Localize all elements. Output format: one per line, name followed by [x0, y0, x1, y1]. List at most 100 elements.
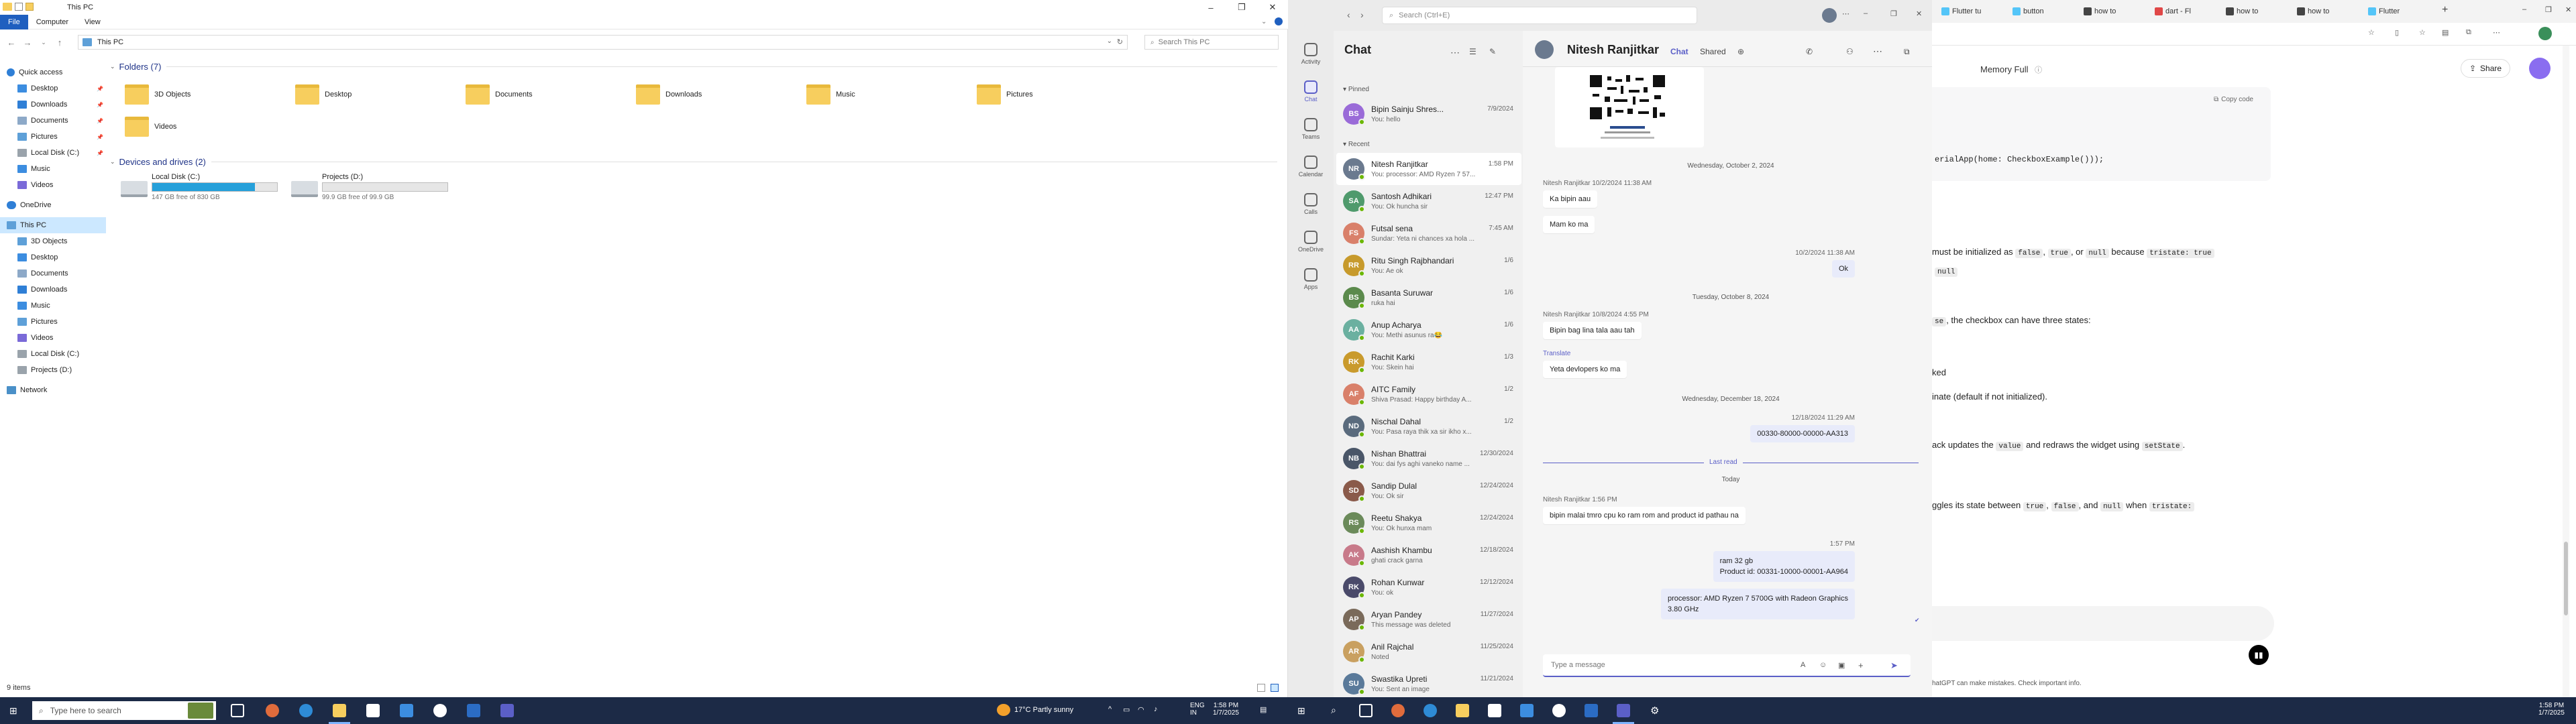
chat-list-item[interactable]: RK Rohan Kunwar 12/12/2024 You: ok	[1336, 571, 1521, 603]
copilot-icon[interactable]	[2538, 27, 2552, 40]
clock[interactable]: 1:58 PM 1/7/2025	[2538, 702, 2565, 717]
folder-tile[interactable]: Videos	[125, 110, 286, 143]
new-folder-icon[interactable]	[25, 3, 34, 11]
contact-avatar[interactable]	[1535, 40, 1554, 59]
browser-tab[interactable]: Flutter tu	[1939, 3, 2006, 20]
start-windows-icon[interactable]: ⊞	[9, 705, 17, 717]
nav-quick-access[interactable]: Quick access	[0, 64, 106, 80]
network-icon[interactable]: ▭	[1123, 705, 1130, 714]
tab-chat[interactable]: Chat	[1670, 47, 1688, 56]
chat-list-item[interactable]: SU Swastika Upreti 11/21/2024 You: Sent an …	[1336, 668, 1521, 700]
user-avatar[interactable]	[2529, 58, 2551, 79]
file-explorer-icon[interactable]	[1456, 704, 1469, 717]
message-compose-input[interactable]: Type a message	[1543, 654, 1911, 677]
browser-tab[interactable]: how to	[2294, 3, 2361, 20]
scrollbar-thumb[interactable]	[2564, 542, 2568, 615]
settings-gear-icon[interactable]	[502, 704, 517, 719]
chat-list-item[interactable]: NB Nishan Bhattrai 12/30/2024 You: dai fys …	[1336, 442, 1521, 475]
rail-activity[interactable]: Activity	[1288, 36, 1334, 71]
pinned-section-label[interactable]: ▾ Pinned	[1343, 86, 1369, 93]
ribbon-tab-file[interactable]: File	[0, 14, 28, 29]
send-icon[interactable]: ➤	[1890, 660, 1898, 671]
chat-list-item[interactable]: FS Futsal sena 7:45 AM Sundar: Yeta ni chan…	[1336, 217, 1521, 249]
nav-pc-item[interactable]: Music	[0, 298, 106, 314]
split-screen-icon[interactable]: ▯	[2395, 28, 2399, 37]
close-button[interactable]: ✕	[1257, 0, 1288, 15]
details-view-icon[interactable]	[1257, 684, 1265, 692]
chat-list-item[interactable]: AP Aryan Pandey 11/27/2024 This message was…	[1336, 603, 1521, 636]
large-icons-view-icon[interactable]	[1271, 684, 1279, 692]
nav-quick-item[interactable]: Documents 📌	[0, 113, 106, 129]
browser-menu-icon[interactable]: ⋯	[2493, 28, 2500, 37]
chat-list-item[interactable]: BS Bipin Sainju Shres... 7/9/2024 You: hell…	[1336, 98, 1521, 130]
chrome-icon[interactable]	[1552, 704, 1566, 717]
search-input[interactable]: ⌕ Search This PC	[1144, 35, 1279, 50]
folder-tile[interactable]: Downloads	[636, 78, 797, 111]
prompt-input[interactable]	[1932, 606, 2274, 641]
nav-quick-item[interactable]: Music	[0, 161, 106, 177]
add-tab-icon[interactable]: ⊕	[1737, 47, 1744, 56]
back-button[interactable]: ←	[4, 35, 19, 50]
tab-shared[interactable]: Shared	[1700, 47, 1726, 56]
minimize-button[interactable]: –	[1195, 0, 1226, 15]
mail-icon[interactable]	[400, 704, 413, 717]
language-indicator[interactable]: ENG IN	[1190, 702, 1205, 717]
start-windows-icon[interactable]: ⊞	[1297, 705, 1305, 717]
maximize-button[interactable]: ❐	[1890, 9, 1897, 18]
more-options-icon[interactable]: ⋯	[1873, 46, 1882, 57]
chat-list-item[interactable]: BS Basanta Suruwar 1/6 ruka hai	[1336, 282, 1521, 314]
attach-plus-icon[interactable]: +	[1858, 660, 1864, 670]
folder-tile[interactable]: Documents	[466, 78, 627, 111]
edge-icon[interactable]	[299, 704, 313, 717]
browser-tab[interactable]: Flutter	[2365, 3, 2432, 20]
nav-pc-item[interactable]: Local Disk (C:)	[0, 346, 106, 362]
forward-button[interactable]: →	[20, 35, 35, 50]
minimize-button[interactable]: –	[2522, 5, 2526, 13]
add-people-icon[interactable]: ⚇	[1846, 47, 1854, 56]
chat-list-item[interactable]: AA Anup Acharya 1/6 You: Methi asunus ra😂	[1336, 314, 1521, 346]
help-icon[interactable]	[1275, 17, 1283, 25]
recent-locations-icon[interactable]: ⌄	[36, 35, 51, 50]
ribbon-tab-computer[interactable]: Computer	[28, 15, 76, 29]
message-bubble-incoming[interactable]: Mam ko ma	[1543, 216, 1595, 233]
refresh-icon[interactable]: ↻	[1117, 38, 1123, 46]
folder-tile[interactable]: Desktop	[295, 78, 456, 111]
new-tab-icon[interactable]: +	[2442, 4, 2448, 16]
copy-code-button[interactable]: ⧉ Copy code	[2214, 96, 2253, 103]
notification-icon[interactable]: ▤	[1260, 705, 1267, 714]
message-bubble-outgoing[interactable]: 00330-80000-00000-AA313	[1750, 425, 1855, 442]
taskbar-search-input[interactable]: ⌕ Type here to search	[32, 701, 216, 720]
pop-out-icon[interactable]: ⧉	[1904, 47, 1910, 57]
nav-onedrive[interactable]: OneDrive	[0, 197, 106, 213]
folder-tile[interactable]: Pictures	[977, 78, 1138, 111]
clock[interactable]: 1:58 PM 1/7/2025	[1213, 702, 1239, 717]
maximize-button[interactable]: ❐	[2545, 5, 2552, 14]
message-bubble-outgoing[interactable]: Ok	[1831, 260, 1855, 278]
copilot-icon[interactable]	[266, 704, 279, 717]
settings-gear-icon[interactable]: ⚙	[1650, 705, 1659, 717]
volume-icon[interactable]: ♪	[1154, 705, 1158, 713]
edge-icon[interactable]	[1424, 704, 1437, 717]
wifi-icon[interactable]: ◠	[1138, 705, 1144, 714]
favorite-star-icon[interactable]: ☆	[2368, 28, 2375, 37]
vscode-icon[interactable]	[1585, 704, 1598, 717]
ribbon-tab-view[interactable]: View	[76, 15, 109, 29]
maximize-button[interactable]: ❐	[1226, 0, 1257, 15]
chat-list-item[interactable]: RS Reetu Shakya 12/24/2024 You: Ok hunxa ma…	[1336, 507, 1521, 539]
rail-calls[interactable]: Calls	[1288, 186, 1334, 221]
recent-section-label[interactable]: ▾ Recent	[1343, 141, 1370, 148]
nav-this-pc[interactable]: This PC	[0, 217, 106, 233]
chat-list-item[interactable]: ND Nischal Dahal 1/2 You: Pasa raya thik xa…	[1336, 410, 1521, 442]
chat-list-item[interactable]: AR Anil Rajchal 11/25/2024 Noted	[1336, 636, 1521, 668]
more-options-icon[interactable]: ⋯	[1842, 9, 1849, 18]
back-arrow-icon[interactable]: ‹	[1347, 9, 1350, 20]
rail-chat[interactable]: Chat	[1288, 74, 1334, 109]
nav-quick-item[interactable]: Pictures 📌	[0, 129, 106, 145]
message-bubble-incoming[interactable]: bipin malai tmro cpu ko ram rom and prod…	[1543, 507, 1746, 524]
filter-icon[interactable]: ☰	[1469, 47, 1477, 56]
properties-icon[interactable]	[15, 3, 23, 11]
page-scrollbar[interactable]	[2563, 46, 2569, 697]
info-icon[interactable]: ⓘ	[2035, 66, 2042, 74]
message-bubble-incoming[interactable]: Ka bipin aau	[1543, 190, 1598, 208]
nav-pc-item[interactable]: Documents	[0, 265, 106, 282]
